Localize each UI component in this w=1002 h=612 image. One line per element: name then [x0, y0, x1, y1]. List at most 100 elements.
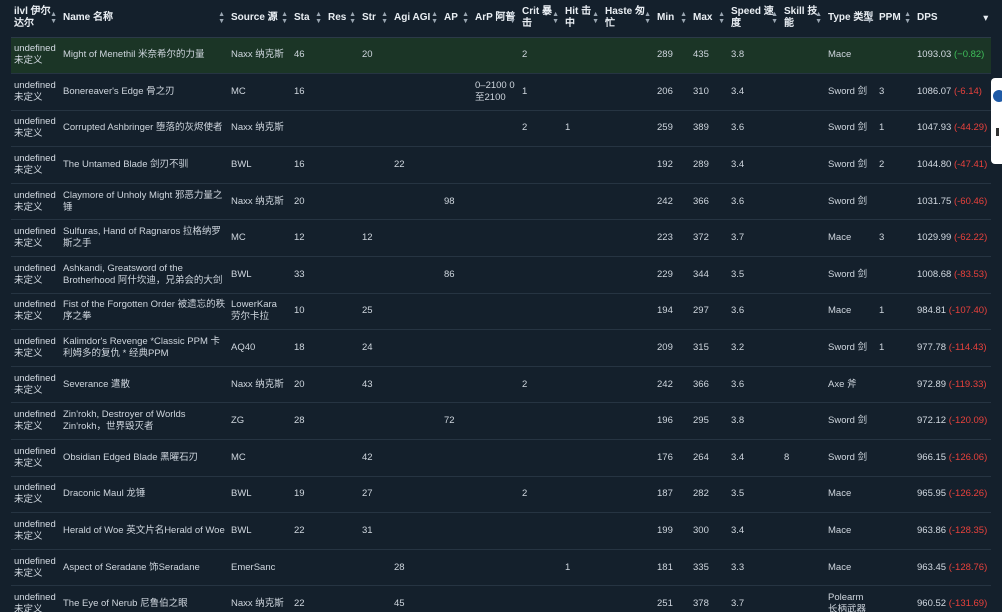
sort-icon[interactable]: ▲ ▼	[509, 11, 516, 25]
column-header-hit[interactable]: Hit 击中 ▲ ▼	[562, 0, 602, 38]
cell-hit: 1	[562, 110, 602, 148]
table-row[interactable]: undefined 未定义 The Untamed Blade 剑刃不驯 BWL 16…	[11, 146, 991, 184]
cell-type: Sword 剑	[825, 73, 876, 111]
cell-source: MC	[228, 219, 291, 258]
cell-name: Fist of the Forgotten Order 被遗忘的秩序之拳	[60, 293, 228, 331]
column-header-label: Sta	[294, 12, 310, 24]
cell-arp	[472, 476, 519, 514]
table-row[interactable]: undefined 未定义 Might of Menethil 米奈希尔的力量 Na…	[11, 37, 991, 75]
sort-icon[interactable]: ▲ ▼	[592, 11, 599, 25]
column-header-ppm[interactable]: PPM ▲ ▼	[876, 0, 914, 38]
table-row[interactable]: undefined 未定义 Claymore of Unholy Might 邪恶…	[11, 183, 991, 221]
dps-value: 972.89	[917, 378, 947, 390]
sort-icon[interactable]: ▲ ▼	[815, 11, 822, 25]
cell-crit: 1	[519, 73, 562, 111]
cell-ppm: 1	[876, 110, 914, 148]
table-row[interactable]: undefined 未定义 Corrupted Ashbringer 堕落的灰烬使…	[11, 110, 991, 148]
column-header-sta[interactable]: Sta ▲ ▼	[291, 0, 325, 38]
cell-max: 315	[690, 329, 728, 367]
sort-icon[interactable]: ▲ ▼	[218, 11, 225, 25]
cell-agi	[391, 329, 441, 367]
column-header-ilvl[interactable]: ilvl 伊尔达尔 ▲ ▼	[11, 0, 60, 38]
cell-name: Zin'rokh, Destroyer of Worlds Zin'rokh，世…	[60, 402, 228, 441]
cell-haste	[602, 402, 654, 441]
cell-arp	[472, 183, 519, 221]
table-row[interactable]: undefined 未定义 Draconic Maul 龙锤 BWL 19 27 2 187…	[11, 476, 991, 514]
column-header-dps[interactable]: DPS ▾	[914, 0, 991, 38]
table-row[interactable]: undefined 未定义 Zin'rokh, Destroyer of Worl…	[11, 402, 991, 441]
table-row[interactable]: undefined 未定义 The Eye of Nerub 尼鲁伯之眼 Naxx …	[11, 585, 991, 612]
column-header-name[interactable]: Name 名称 ▲ ▼	[60, 0, 228, 38]
sort-icon[interactable]: ▲ ▼	[431, 11, 438, 25]
column-header-skill[interactable]: Skill 技能 ▲ ▼	[781, 0, 825, 38]
table-row[interactable]: undefined 未定义 Fist of the Forgotten Order…	[11, 293, 991, 331]
table-row[interactable]: undefined 未定义 Bonereaver's Edge 骨之刃 MC 16 0–…	[11, 73, 991, 111]
cell-skill	[781, 73, 825, 111]
cell-min: 229	[654, 256, 690, 294]
sort-icon[interactable]: ▲ ▼	[866, 11, 873, 25]
cell-crit	[519, 512, 562, 550]
column-header-str[interactable]: Str ▲ ▼	[359, 0, 391, 38]
sort-icon[interactable]: ▲ ▼	[281, 11, 288, 25]
cell-crit	[519, 439, 562, 477]
dps-value: 977.78	[917, 342, 947, 354]
cell-agi	[391, 402, 441, 441]
cell-haste	[602, 585, 654, 612]
table-row[interactable]: undefined 未定义 Ashkandi, Greatsword of the…	[11, 256, 991, 294]
dps-diff: (-62.22)	[953, 232, 988, 244]
sort-icon[interactable]: ▲ ▼	[718, 11, 725, 25]
sort-icon[interactable]: ▲ ▼	[904, 11, 911, 25]
side-panel-tab[interactable]	[991, 78, 1002, 164]
sort-icon[interactable]: ▲ ▼	[50, 11, 57, 25]
column-header-crit[interactable]: Crit 暴击 ▲ ▼	[519, 0, 562, 38]
sort-icon[interactable]: ▲ ▼	[771, 11, 778, 25]
sort-desc-icon[interactable]: ▾	[983, 13, 988, 22]
cell-haste	[602, 219, 654, 258]
cell-skill	[781, 366, 825, 404]
cell-hit	[562, 439, 602, 477]
sort-icon[interactable]: ▲ ▼	[552, 11, 559, 25]
table-row[interactable]: undefined 未定义 Sulfuras, Hand of Ragnaros …	[11, 219, 991, 258]
cell-dps: 1086.07 (-6.14)	[914, 73, 991, 111]
table-row[interactable]: undefined 未定义 Herald of Woe 英文片名Herald of…	[11, 512, 991, 550]
column-header-res[interactable]: Res ▲ ▼	[325, 0, 359, 38]
cell-crit	[519, 402, 562, 441]
cell-skill	[781, 549, 825, 587]
column-header-max[interactable]: Max ▲ ▼	[690, 0, 728, 38]
table-row[interactable]: undefined 未定义 Aspect of Seradane 饰Seradan…	[11, 549, 991, 587]
table-row[interactable]: undefined 未定义 Kalimdor's Revenge *Classic…	[11, 329, 991, 367]
cell-sta: 18	[291, 329, 325, 367]
cell-res	[325, 366, 359, 404]
sort-icon[interactable]: ▲ ▼	[315, 11, 322, 25]
cell-res	[325, 146, 359, 184]
dps-value: 966.15	[917, 451, 947, 463]
column-header-label: AP	[444, 12, 458, 24]
sort-icon[interactable]: ▲ ▼	[680, 11, 687, 25]
cell-ppm	[876, 512, 914, 550]
column-header-haste[interactable]: Haste 匆忙 ▲ ▼	[602, 0, 654, 38]
sort-icon[interactable]: ▲ ▼	[644, 11, 651, 25]
column-header-ap[interactable]: AP ▲ ▼	[441, 0, 472, 38]
cell-max: 310	[690, 73, 728, 111]
sort-icon[interactable]: ▲ ▼	[349, 11, 356, 25]
table-row[interactable]: undefined 未定义 Severance 遣散 Naxx 纳克斯 20 43 2 24…	[11, 366, 991, 404]
cell-skill	[781, 512, 825, 550]
column-header-arp[interactable]: ArP 阿普 ▲ ▼	[472, 0, 519, 38]
sort-icon[interactable]: ▲ ▼	[381, 11, 388, 25]
column-header-source[interactable]: Source 源 ▲ ▼	[228, 0, 291, 38]
cell-dps: 960.52 (-131.69)	[914, 585, 991, 612]
column-header-min[interactable]: Min ▲ ▼	[654, 0, 690, 38]
column-header-speed[interactable]: Speed 速度 ▲ ▼	[728, 0, 781, 38]
dps-diff: (-44.29)	[953, 122, 988, 134]
column-header-type[interactable]: Type 类型 ▲ ▼	[825, 0, 876, 38]
cell-str	[359, 549, 391, 587]
cell-speed: 3.6	[728, 293, 781, 331]
cell-min: 209	[654, 329, 690, 367]
cell-agi: 45	[391, 585, 441, 612]
table-row[interactable]: undefined 未定义 Obsidian Edged Blade 黑曜石刃 MC…	[11, 439, 991, 477]
cell-haste	[602, 512, 654, 550]
cell-dps: 965.95 (-126.26)	[914, 476, 991, 514]
column-header-agi[interactable]: Agi AGI ▲ ▼	[391, 0, 441, 38]
sort-icon[interactable]: ▲ ▼	[462, 11, 469, 25]
cell-max: 264	[690, 439, 728, 477]
